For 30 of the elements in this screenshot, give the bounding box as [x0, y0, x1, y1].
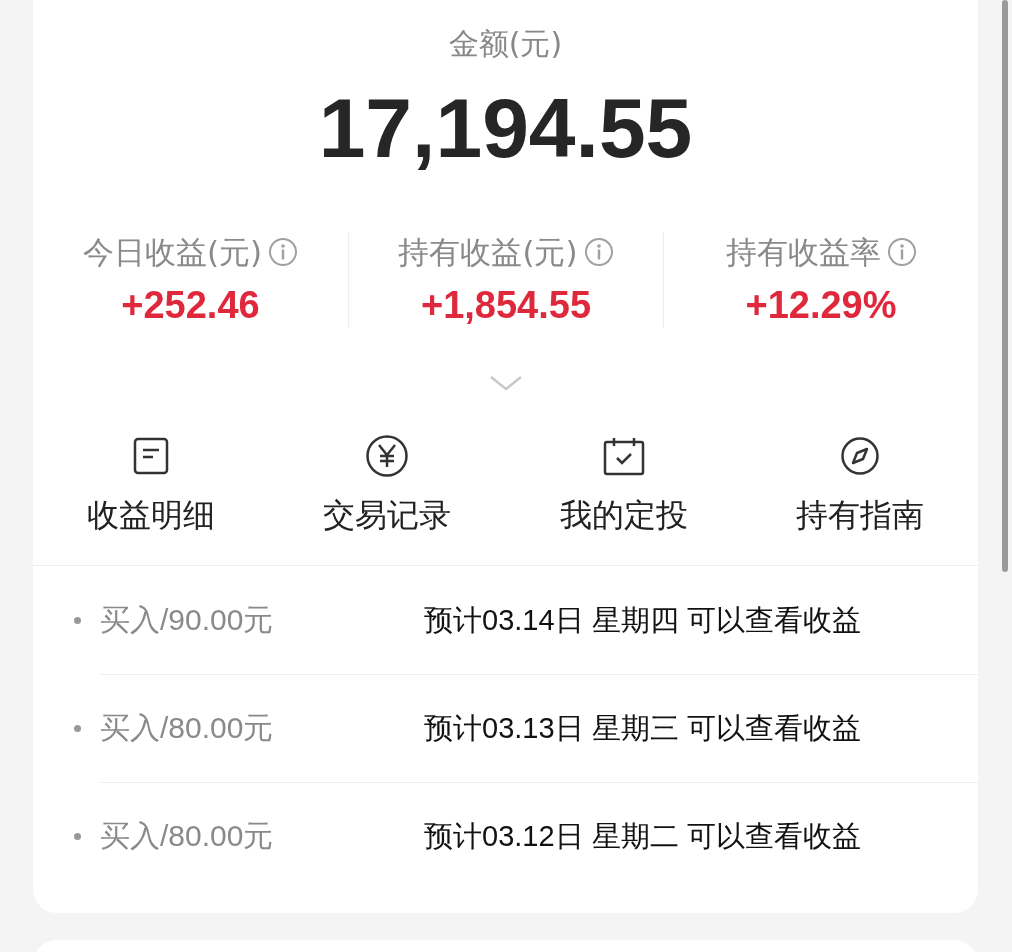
info-icon[interactable] — [583, 237, 614, 267]
purchase-amount: 买入/80.00元 — [100, 710, 275, 746]
info-icon[interactable] — [886, 237, 917, 267]
balance-label: 金额(元) — [448, 25, 563, 63]
bullet-icon — [74, 724, 81, 732]
stat-value: +252.46 — [121, 283, 260, 328]
stat-value: +12.29% — [745, 283, 897, 328]
purchase-amount: 买入/90.00元 — [100, 602, 275, 638]
earnings-note: 预计03.13日 星期三 可以查看收益 — [424, 711, 861, 746]
stat-label: 持有收益(元) — [398, 233, 578, 272]
calendar-icon — [602, 436, 645, 476]
stat-value: +1,854.55 — [420, 283, 592, 328]
yen-icon — [365, 434, 410, 478]
action-link[interactable]: 我的定投 — [559, 494, 688, 536]
document-icon — [133, 437, 170, 475]
earnings-note: 预计03.14日 星期四 可以查看收益 — [424, 603, 861, 638]
info-icon[interactable] — [268, 237, 299, 267]
bullet-icon — [74, 832, 81, 840]
balance-amount: 17,194.55 — [318, 80, 693, 177]
bullet-icon — [74, 616, 81, 624]
compass-icon — [839, 436, 880, 476]
action-link[interactable]: 交易记录 — [323, 494, 452, 536]
earnings-note: 预计03.12日 星期二 可以查看收益 — [424, 819, 861, 854]
purchase-amount: 买入/80.00元 — [100, 818, 275, 854]
stat-label: 今日收益(元) — [82, 233, 263, 272]
scrollbar[interactable] — [1002, 0, 1008, 572]
action-link[interactable]: 持有指南 — [795, 494, 924, 536]
action-link[interactable]: 收益明细 — [87, 494, 216, 536]
chevron-down-icon[interactable] — [488, 374, 523, 392]
stat-label: 持有收益率 — [725, 233, 881, 272]
